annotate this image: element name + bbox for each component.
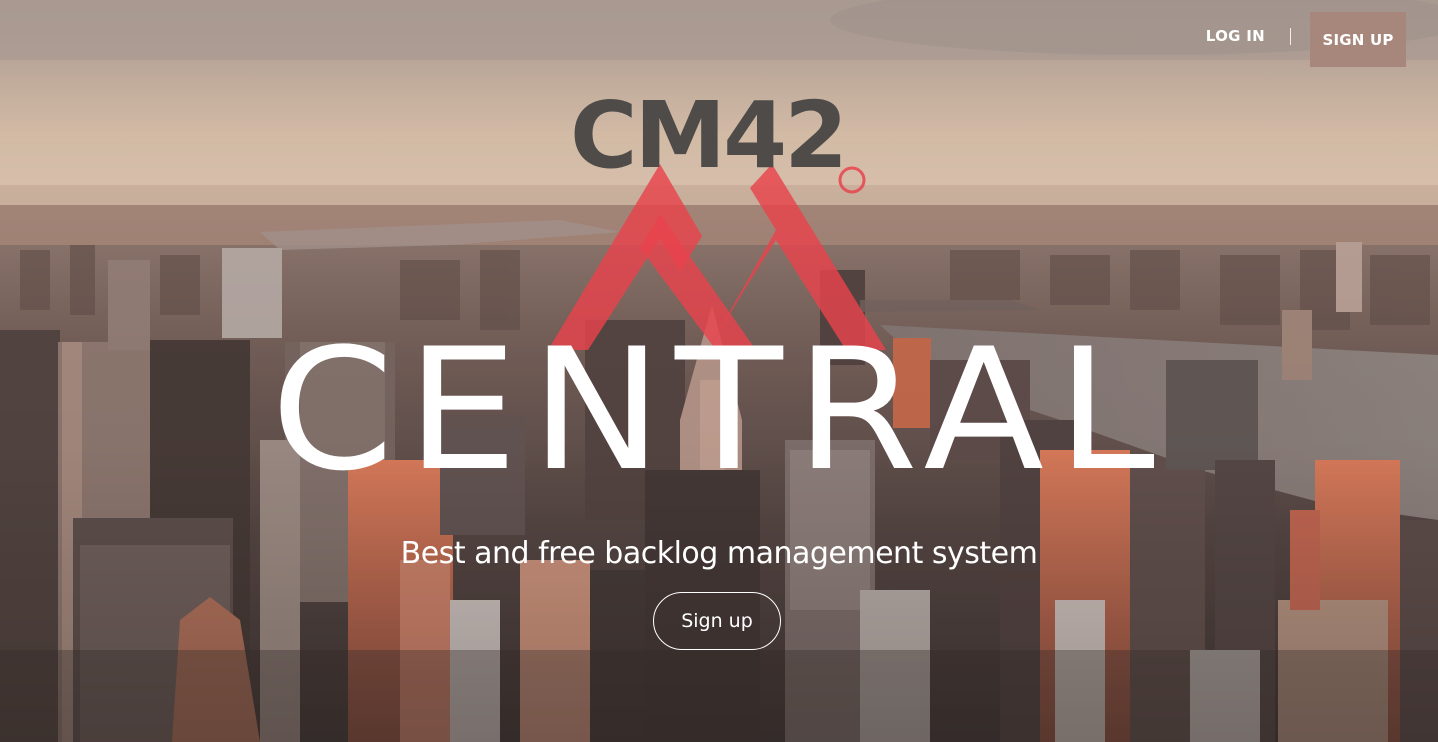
nav-divider <box>1290 28 1291 45</box>
signup-nav-button[interactable]: SIGN UP <box>1310 12 1406 67</box>
hero-title: CENTRAL <box>0 326 1438 494</box>
login-link[interactable]: LOG IN <box>1206 27 1265 45</box>
logo-text: CM42 <box>570 82 848 189</box>
hero-title-text: CENTRAL <box>270 312 1168 508</box>
hero-tagline: Best and free backlog management system <box>400 536 1038 571</box>
hero-section: CM42 LOG IN SIGN UP CENTRAL Best and fre… <box>0 0 1438 742</box>
signup-cta-button[interactable]: Sign up <box>653 592 781 650</box>
